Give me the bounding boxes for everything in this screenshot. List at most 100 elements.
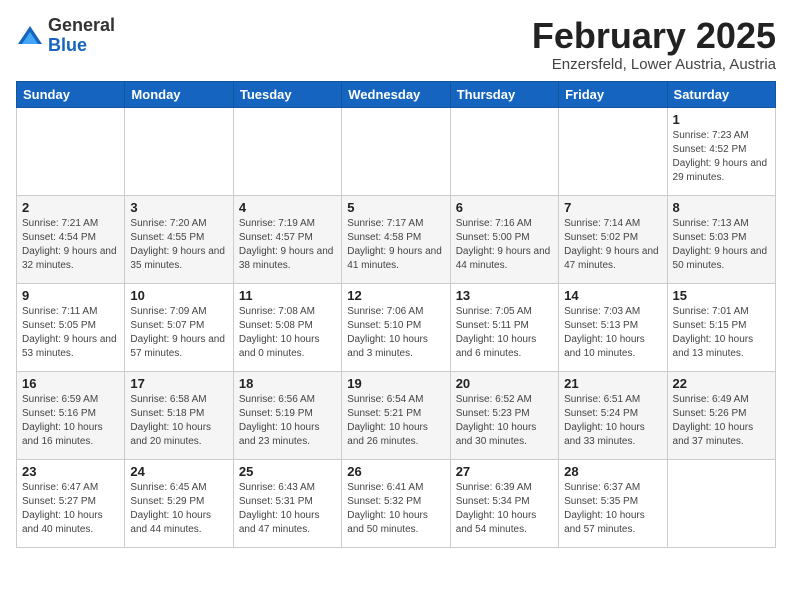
day-info: Sunrise: 6:49 AM Sunset: 5:26 PM Dayligh… (673, 393, 770, 449)
logo: General Blue (16, 16, 115, 56)
calendar-cell: 1 Sunrise: 7:23 AM Sunset: 4:52 PM Daylig… (667, 107, 775, 195)
calendar-cell: 17 Sunrise: 6:58 AM Sunset: 5:18 PM Dayli… (125, 371, 233, 459)
day-number: 20 (456, 376, 553, 391)
day-info: Sunrise: 6:52 AM Sunset: 5:23 PM Dayligh… (456, 393, 553, 449)
calendar-subtitle: Enzersfeld, Lower Austria, Austria (532, 56, 776, 73)
day-number: 28 (564, 464, 661, 479)
day-number: 7 (564, 200, 661, 215)
calendar-cell: 3 Sunrise: 7:20 AM Sunset: 4:55 PM Daylig… (125, 195, 233, 283)
day-info: Sunrise: 6:47 AM Sunset: 5:27 PM Dayligh… (22, 481, 119, 537)
day-info: Sunrise: 6:39 AM Sunset: 5:34 PM Dayligh… (456, 481, 553, 537)
day-number: 2 (22, 200, 119, 215)
day-info: Sunrise: 7:11 AM Sunset: 5:05 PM Dayligh… (22, 305, 119, 361)
day-number: 3 (130, 200, 227, 215)
day-number: 26 (347, 464, 444, 479)
calendar-cell: 5Sunrise: 7:17 AM Sunset: 4:58 PM Daylig… (342, 195, 450, 283)
weekday-header-wednesday: Wednesday (342, 81, 450, 107)
calendar-cell: 15 Sunrise: 7:01 AM Sunset: 5:15 PM Dayli… (667, 283, 775, 371)
day-number: 14 (564, 288, 661, 303)
day-number: 19 (347, 376, 444, 391)
calendar-cell: 12 Sunrise: 7:06 AM Sunset: 5:10 PM Dayli… (342, 283, 450, 371)
week-row-3: 9 Sunrise: 7:11 AM Sunset: 5:05 PM Daylig… (17, 283, 776, 371)
day-number: 16 (22, 376, 119, 391)
calendar-cell: 4 Sunrise: 7:19 AM Sunset: 4:57 PM Daylig… (233, 195, 341, 283)
calendar-cell: 13 Sunrise: 7:05 AM Sunset: 5:11 PM Dayli… (450, 283, 558, 371)
calendar-cell: 2 Sunrise: 7:21 AM Sunset: 4:54 PM Daylig… (17, 195, 125, 283)
day-info: Sunrise: 7:13 AM Sunset: 5:03 PM Dayligh… (673, 217, 770, 273)
day-number: 6 (456, 200, 553, 215)
day-info: Sunrise: 7:17 AM Sunset: 4:58 PM Dayligh… (347, 217, 444, 273)
calendar-cell: 9 Sunrise: 7:11 AM Sunset: 5:05 PM Daylig… (17, 283, 125, 371)
day-number: 4 (239, 200, 336, 215)
week-row-2: 2 Sunrise: 7:21 AM Sunset: 4:54 PM Daylig… (17, 195, 776, 283)
day-info: Sunrise: 7:20 AM Sunset: 4:55 PM Dayligh… (130, 217, 227, 273)
weekday-header-monday: Monday (125, 81, 233, 107)
day-number: 1 (673, 112, 770, 127)
week-row-1: 1 Sunrise: 7:23 AM Sunset: 4:52 PM Daylig… (17, 107, 776, 195)
day-number: 23 (22, 464, 119, 479)
day-number: 22 (673, 376, 770, 391)
day-info: Sunrise: 6:54 AM Sunset: 5:21 PM Dayligh… (347, 393, 444, 449)
calendar-title: February 2025 (532, 16, 776, 56)
calendar-cell: 16 Sunrise: 6:59 AM Sunset: 5:16 PM Dayli… (17, 371, 125, 459)
day-info: Sunrise: 6:41 AM Sunset: 5:32 PM Dayligh… (347, 481, 444, 537)
day-info: Sunrise: 7:01 AM Sunset: 5:15 PM Dayligh… (673, 305, 770, 361)
calendar-cell (342, 107, 450, 195)
day-number: 24 (130, 464, 227, 479)
day-number: 15 (673, 288, 770, 303)
calendar-cell: 25Sunrise: 6:43 AM Sunset: 5:31 PM Dayli… (233, 459, 341, 547)
day-info: Sunrise: 7:19 AM Sunset: 4:57 PM Dayligh… (239, 217, 336, 273)
weekday-header-friday: Friday (559, 81, 667, 107)
calendar-cell: 26 Sunrise: 6:41 AM Sunset: 5:32 PM Dayli… (342, 459, 450, 547)
logo-general: General (48, 15, 115, 35)
calendar-cell (450, 107, 558, 195)
day-number: 12 (347, 288, 444, 303)
calendar-cell (559, 107, 667, 195)
calendar-cell: 11Sunrise: 7:08 AM Sunset: 5:08 PM Dayli… (233, 283, 341, 371)
calendar-cell: 22 Sunrise: 6:49 AM Sunset: 5:26 PM Dayli… (667, 371, 775, 459)
day-info: Sunrise: 7:08 AM Sunset: 5:08 PM Dayligh… (239, 305, 336, 361)
day-info: Sunrise: 7:06 AM Sunset: 5:10 PM Dayligh… (347, 305, 444, 361)
day-info: Sunrise: 6:43 AM Sunset: 5:31 PM Dayligh… (239, 481, 336, 537)
weekday-header-tuesday: Tuesday (233, 81, 341, 107)
day-info: Sunrise: 7:14 AM Sunset: 5:02 PM Dayligh… (564, 217, 661, 273)
calendar-cell (125, 107, 233, 195)
calendar-cell: 19 Sunrise: 6:54 AM Sunset: 5:21 PM Dayli… (342, 371, 450, 459)
day-info: Sunrise: 7:03 AM Sunset: 5:13 PM Dayligh… (564, 305, 661, 361)
calendar-cell: 24Sunrise: 6:45 AM Sunset: 5:29 PM Dayli… (125, 459, 233, 547)
day-number: 21 (564, 376, 661, 391)
header: General Blue February 2025 Enzersfeld, L… (16, 16, 776, 73)
day-info: Sunrise: 7:23 AM Sunset: 4:52 PM Dayligh… (673, 129, 770, 185)
calendar-cell (667, 459, 775, 547)
day-number: 13 (456, 288, 553, 303)
calendar-cell: 23 Sunrise: 6:47 AM Sunset: 5:27 PM Dayli… (17, 459, 125, 547)
calendar-cell: 10Sunrise: 7:09 AM Sunset: 5:07 PM Dayli… (125, 283, 233, 371)
logo-blue: Blue (48, 35, 87, 55)
day-number: 10 (130, 288, 227, 303)
day-number: 8 (673, 200, 770, 215)
weekday-header-thursday: Thursday (450, 81, 558, 107)
calendar-cell: 27Sunrise: 6:39 AM Sunset: 5:34 PM Dayli… (450, 459, 558, 547)
calendar-cell: 20 Sunrise: 6:52 AM Sunset: 5:23 PM Dayli… (450, 371, 558, 459)
weekday-header-row: SundayMondayTuesdayWednesdayThursdayFrid… (17, 81, 776, 107)
day-info: Sunrise: 7:05 AM Sunset: 5:11 PM Dayligh… (456, 305, 553, 361)
calendar-cell: 14 Sunrise: 7:03 AM Sunset: 5:13 PM Dayli… (559, 283, 667, 371)
day-number: 9 (22, 288, 119, 303)
day-info: Sunrise: 6:58 AM Sunset: 5:18 PM Dayligh… (130, 393, 227, 449)
day-info: Sunrise: 6:51 AM Sunset: 5:24 PM Dayligh… (564, 393, 661, 449)
calendar-cell: 28Sunrise: 6:37 AM Sunset: 5:35 PM Dayli… (559, 459, 667, 547)
calendar-cell: 6 Sunrise: 7:16 AM Sunset: 5:00 PM Daylig… (450, 195, 558, 283)
calendar-cell: 7 Sunrise: 7:14 AM Sunset: 5:02 PM Daylig… (559, 195, 667, 283)
calendar-cell (233, 107, 341, 195)
day-info: Sunrise: 7:16 AM Sunset: 5:00 PM Dayligh… (456, 217, 553, 273)
day-number: 17 (130, 376, 227, 391)
day-info: Sunrise: 6:59 AM Sunset: 5:16 PM Dayligh… (22, 393, 119, 449)
week-row-5: 23 Sunrise: 6:47 AM Sunset: 5:27 PM Dayli… (17, 459, 776, 547)
week-row-4: 16 Sunrise: 6:59 AM Sunset: 5:16 PM Dayli… (17, 371, 776, 459)
day-info: Sunrise: 6:56 AM Sunset: 5:19 PM Dayligh… (239, 393, 336, 449)
weekday-header-saturday: Saturday (667, 81, 775, 107)
calendar-cell (17, 107, 125, 195)
day-info: Sunrise: 7:21 AM Sunset: 4:54 PM Dayligh… (22, 217, 119, 273)
calendar-cell: 8 Sunrise: 7:13 AM Sunset: 5:03 PM Daylig… (667, 195, 775, 283)
calendar-cell: 18Sunrise: 6:56 AM Sunset: 5:19 PM Dayli… (233, 371, 341, 459)
